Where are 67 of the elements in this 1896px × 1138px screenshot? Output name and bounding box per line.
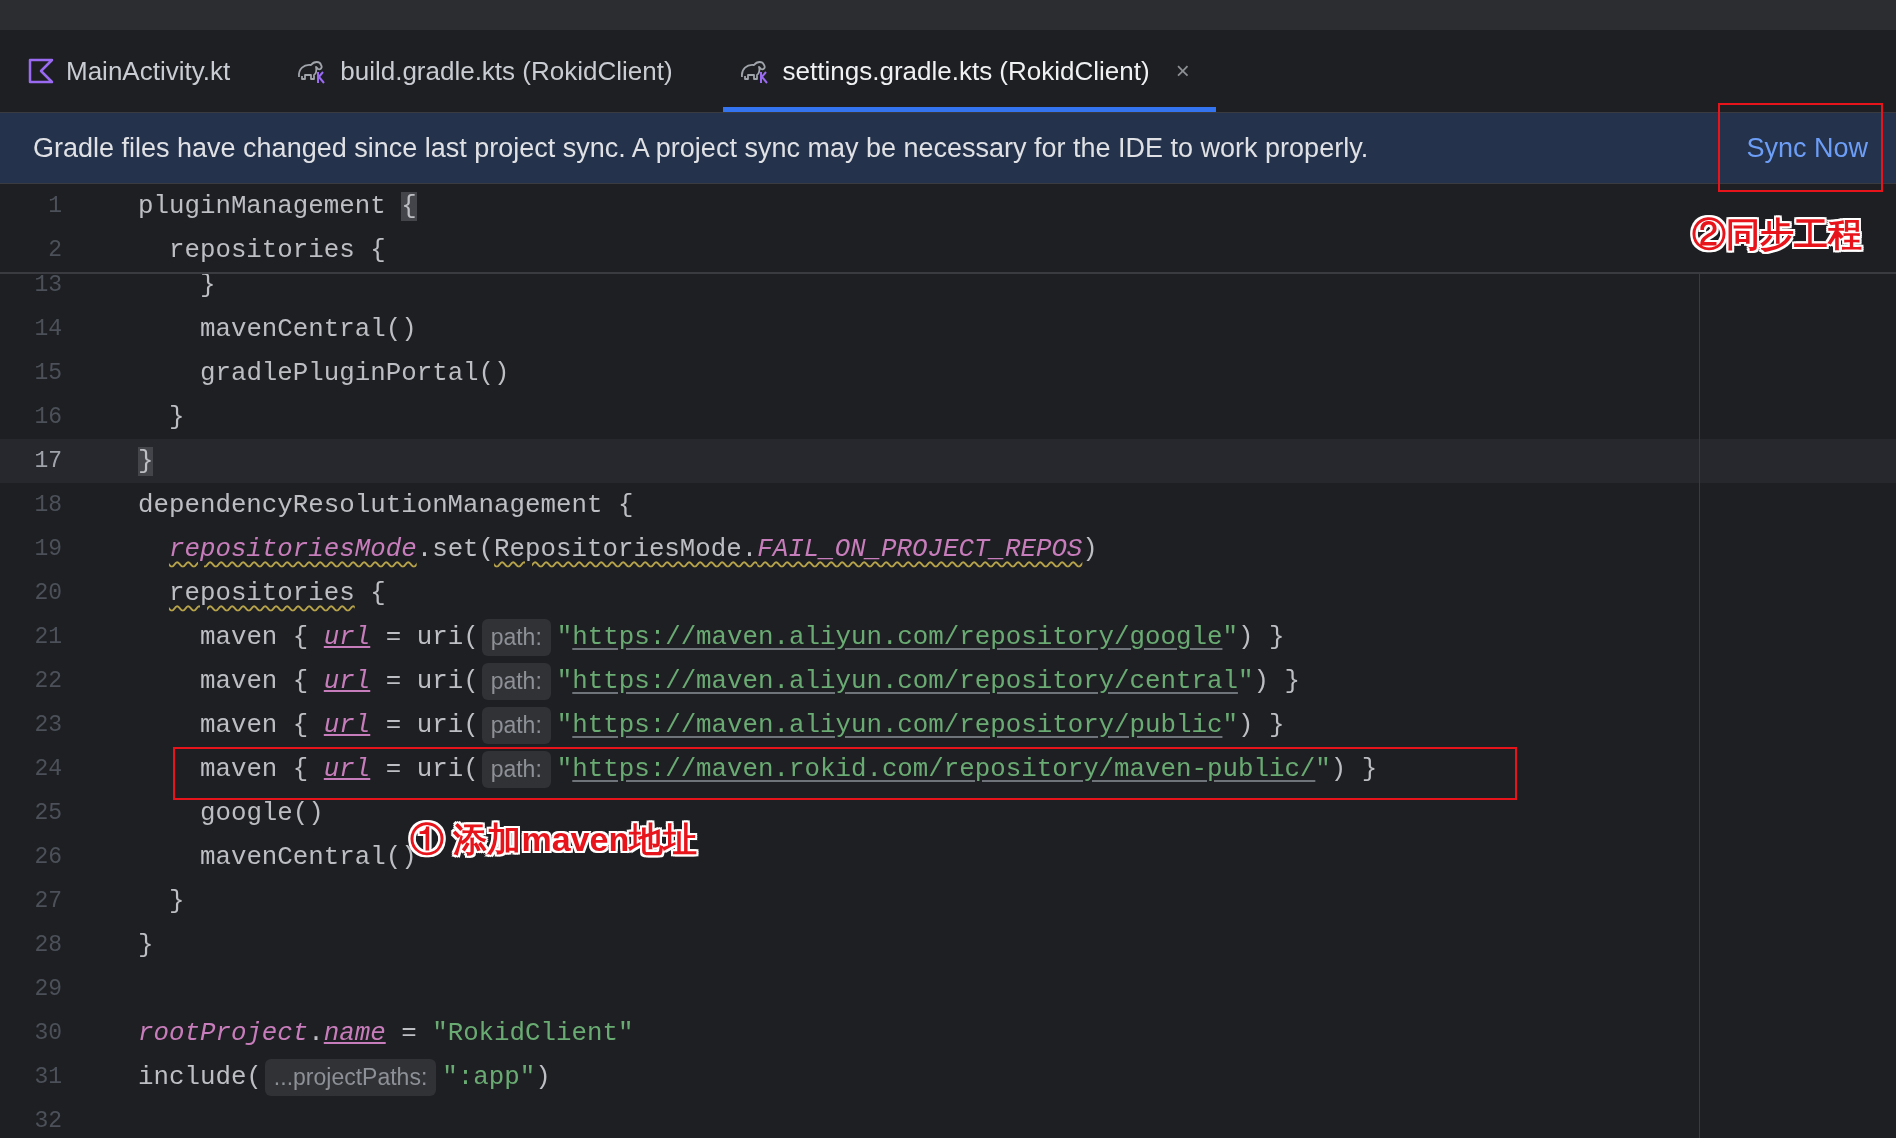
code-string: "	[1222, 710, 1238, 740]
code-text: = uri(	[385, 666, 479, 696]
url-link[interactable]: https://maven.aliyun.com/repository/central	[572, 666, 1238, 696]
code-warning-text: FAIL_ON_PROJECT_REPOS	[757, 534, 1083, 564]
code-text: )	[535, 1062, 551, 1092]
code-text: .set(	[416, 534, 495, 564]
code-text: maven {	[199, 754, 310, 784]
code-warning-text: repositoriesMode	[168, 534, 417, 564]
code-string: ":app"	[442, 1062, 536, 1092]
code-text: }	[138, 930, 154, 960]
close-icon[interactable]: ×	[1175, 57, 1190, 85]
url-link[interactable]: https://maven.rokid.com/repository/maven-public/	[572, 754, 1316, 784]
code-text: =	[401, 1018, 418, 1048]
kotlin-icon	[28, 58, 54, 84]
editor-tab[interactable]: MainActivity.kt	[12, 30, 281, 112]
matched-brace: {	[401, 191, 417, 221]
code-text: maven {	[199, 622, 310, 652]
code-text: maven {	[199, 666, 310, 696]
line-number: 17	[33, 448, 62, 474]
parameter-hint: path:	[481, 706, 551, 744]
sync-notification: Gradle files have changed since last project sync. A project sync may be necessary for the IDE to work properly.	[33, 132, 1369, 164]
code-string: "	[1237, 666, 1254, 696]
parameter-hint: path:	[481, 662, 551, 700]
code-text: include(	[138, 1062, 262, 1092]
code-text: ) }	[1237, 710, 1285, 740]
code-string: "	[556, 666, 573, 696]
code-text: ) }	[1330, 754, 1378, 784]
code-string: "	[556, 622, 573, 652]
code-text: pluginManagement	[138, 191, 387, 221]
code-property: rootProject	[138, 1018, 309, 1048]
code-string: "	[1315, 754, 1331, 784]
code-text: ) }	[1253, 666, 1300, 696]
code-warning-text: repositories	[168, 578, 355, 608]
code-text: mavenCentral()	[199, 314, 417, 344]
code-text: }	[168, 886, 185, 916]
code-text: }	[168, 402, 185, 432]
parameter-hint: ...projectPaths:	[264, 1058, 437, 1096]
editor-tab[interactable]: build.gradle.kts (RokidClient)	[280, 30, 723, 112]
code-text: google()	[199, 798, 324, 828]
code-property: url	[323, 622, 371, 652]
code-text: = uri(	[385, 622, 479, 652]
code-text: .	[308, 1018, 324, 1048]
code-text: maven {	[199, 710, 310, 740]
code-text: dependencyResolutionManagement {	[138, 490, 634, 520]
code-text: {	[370, 578, 386, 608]
code-text: )	[1082, 534, 1098, 564]
code-property: name	[323, 1018, 386, 1048]
code-property: url	[323, 754, 371, 784]
parameter-hint: path:	[481, 618, 551, 656]
sync-now-link[interactable]: Sync Now	[1746, 132, 1868, 164]
code-string: "	[556, 754, 573, 784]
code-text: = uri(	[385, 754, 479, 784]
annotation-label: ②同步工程	[1692, 214, 1862, 255]
matched-brace: }	[138, 446, 154, 476]
code-text: gradlePluginPortal()	[199, 358, 510, 388]
url-link[interactable]: https://maven.aliyun.com/repository/public	[572, 710, 1223, 740]
code-string: "	[1222, 622, 1238, 652]
code-text: = uri(	[385, 710, 479, 740]
code-text: ) }	[1237, 622, 1285, 652]
parameter-hint: path:	[481, 750, 551, 788]
code-property: url	[323, 666, 371, 696]
code-string: "	[556, 710, 573, 740]
code-property: url	[323, 710, 371, 740]
code-string: "RokidClient"	[432, 1018, 634, 1048]
code-warning-text: RepositoriesMode.	[494, 534, 758, 564]
url-link[interactable]: https://maven.aliyun.com/repository/google	[572, 622, 1223, 652]
code-text: repositories {	[168, 235, 386, 265]
